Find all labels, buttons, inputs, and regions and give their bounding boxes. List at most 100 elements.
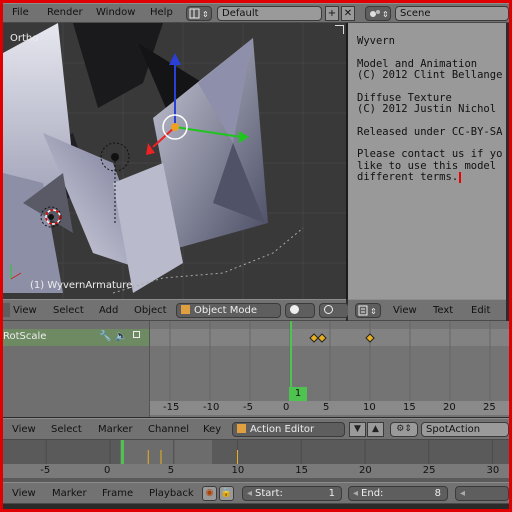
- text-line: different terms.: [357, 170, 459, 183]
- menu-select[interactable]: Select: [53, 305, 84, 316]
- ds-menu-key[interactable]: Key: [203, 424, 221, 435]
- scene-icon[interactable]: ⇕: [365, 6, 391, 21]
- timeline-tick-label: 10: [231, 465, 245, 476]
- frame-tick-label: 0: [283, 402, 290, 413]
- svg-text:⇕: ⇕: [202, 10, 209, 19]
- editor-type-icon[interactable]: [2, 303, 10, 317]
- viewport-3d[interactable]: Ortho (1) WyvernArmature: [3, 23, 346, 299]
- timeline-frame-ruler: -5 0 5 10 15 20 25 30: [3, 464, 509, 478]
- start-frame-field[interactable]: ◂ Start: 1: [242, 486, 342, 501]
- end-frame-field[interactable]: ◂ End: 8: [348, 486, 448, 501]
- text-line: (C) 2012 Justin Nichol: [357, 103, 497, 116]
- timeline-tick-label: 30: [486, 465, 500, 476]
- ds-menu-channel[interactable]: Channel: [148, 424, 189, 435]
- tl-menu-view[interactable]: View: [12, 488, 36, 499]
- text-editor[interactable]: Wyvern Model and Animation (C) 2012 Clint …: [348, 23, 506, 299]
- channel-name: RotScale: [3, 331, 47, 342]
- frame-tick-label: -10: [203, 402, 220, 413]
- menu-object[interactable]: Object: [134, 305, 167, 316]
- text-line: (C) 2012 Clint Bellange: [357, 69, 503, 82]
- ds-menu-marker[interactable]: Marker: [98, 424, 133, 435]
- timeline-tick-label: -5: [40, 465, 51, 476]
- dopesheet-header: View Select Marker Channel Key Action Ed…: [3, 418, 509, 440]
- frame-tick-label: 20: [443, 402, 456, 413]
- view-label: Ortho: [10, 33, 39, 44]
- timeline-tick-label: 25: [422, 465, 436, 476]
- menu-window[interactable]: Window: [96, 7, 135, 18]
- menu-add[interactable]: Add: [99, 305, 118, 316]
- editor-mode-label: Action Editor: [250, 424, 315, 435]
- timeline-header: View Marker Frame Playback ◉ 🔒 ◂ Start: 1…: [3, 482, 509, 504]
- cube-icon: [181, 305, 190, 314]
- layout-select[interactable]: Default: [217, 6, 322, 21]
- remove-layout-icon[interactable]: ✕: [341, 6, 355, 21]
- start-label: Start:: [255, 488, 283, 499]
- menu-view[interactable]: View: [13, 305, 37, 316]
- timeline-area[interactable]: -5 0 5 10 15 20 25 30: [3, 440, 509, 482]
- info-header: File Render Window Help ⇕ Default + ✕ ⇕ …: [3, 3, 509, 23]
- shading-select[interactable]: [285, 303, 315, 318]
- pivot-icon: [324, 305, 333, 314]
- scene-select[interactable]: Scene: [395, 6, 509, 21]
- wrench-icon[interactable]: 🔧: [99, 331, 111, 342]
- frame-tick-label: 10: [363, 402, 376, 413]
- tl-menu-frame[interactable]: Frame: [102, 488, 133, 499]
- frame-tick-label: 25: [483, 402, 496, 413]
- menu-help[interactable]: Help: [150, 7, 173, 18]
- viewport-scene: [3, 23, 346, 299]
- object-label: (1) WyvernArmature: [30, 280, 133, 291]
- current-frame-field[interactable]: ◂: [455, 486, 509, 501]
- text-menu-view[interactable]: View: [393, 305, 417, 316]
- frame-tick-label: 5: [323, 402, 330, 413]
- ds-menu-view[interactable]: View: [12, 424, 36, 435]
- svg-text:⇕: ⇕: [382, 10, 389, 19]
- lock-icon[interactable]: [133, 331, 140, 338]
- timeline-tick-label: 0: [104, 465, 111, 476]
- preview-range-icon[interactable]: ◉: [202, 486, 217, 501]
- frame-tick-label: 15: [403, 402, 416, 413]
- arrow-down-icon[interactable]: ▼: [349, 422, 366, 437]
- sphere-icon: [290, 305, 299, 314]
- tl-menu-playback[interactable]: Playback: [149, 488, 194, 499]
- viewport-corner-widget[interactable]: [335, 25, 344, 34]
- action-editor-icon: [237, 424, 246, 433]
- editor-mode-select[interactable]: Action Editor: [232, 422, 345, 437]
- text-line: [357, 115, 502, 126]
- end-value: 8: [434, 488, 441, 499]
- keyframe-marker[interactable]: [365, 333, 375, 343]
- frame-tick-label: -5: [243, 402, 253, 413]
- text-editor-header: ⇕ View Text Edit: [348, 299, 506, 321]
- text-editor-type-icon[interactable]: ⇕: [355, 303, 381, 318]
- dopesheet-frame-ruler: -15 -10 -5 0 5 10 15 20 25: [150, 401, 509, 415]
- lock-range-icon[interactable]: 🔒: [219, 486, 234, 501]
- pivot-select[interactable]: [319, 303, 349, 318]
- add-layout-icon[interactable]: +: [325, 6, 339, 21]
- keyframe-marker[interactable]: [317, 333, 327, 343]
- current-frame-badge[interactable]: 1: [289, 387, 307, 401]
- ds-menu-select[interactable]: Select: [51, 424, 82, 435]
- svg-text:⇕: ⇕: [370, 307, 377, 316]
- mode-select[interactable]: Object Mode: [176, 303, 281, 318]
- mode-label: Object Mode: [194, 305, 257, 316]
- arrow-up-icon[interactable]: ▲: [367, 422, 384, 437]
- action-select[interactable]: SpotAction: [421, 422, 509, 437]
- timeline-tick-label: 20: [359, 465, 372, 476]
- keyframe-marker[interactable]: [309, 333, 319, 343]
- text-content[interactable]: Wyvern Model and Animation (C) 2012 Clint …: [357, 25, 502, 206]
- menu-render[interactable]: Render: [47, 7, 83, 18]
- text-menu-edit[interactable]: Edit: [471, 305, 490, 316]
- text-cursor: [459, 172, 462, 183]
- text-line: Wyvern: [357, 35, 395, 48]
- start-value: 1: [328, 488, 335, 499]
- dopesheet-area[interactable]: RotScale 🔧 🔈 1 -15 -10 -5 0 5 10 15 20 25: [3, 321, 509, 417]
- menu-file[interactable]: File: [12, 7, 29, 18]
- action-browse-icon[interactable]: ⚙⇕: [390, 422, 418, 437]
- tl-menu-marker[interactable]: Marker: [52, 488, 87, 499]
- timeline-tick-label: 15: [295, 465, 308, 476]
- speaker-icon[interactable]: 🔈: [115, 331, 127, 342]
- text-menu-text[interactable]: Text: [433, 305, 453, 316]
- channel-row[interactable]: RotScale 🔧 🔈: [3, 329, 149, 346]
- end-label: End:: [361, 488, 384, 499]
- frame-tick-label: -15: [163, 402, 180, 413]
- screen-layout-icon[interactable]: ⇕: [186, 6, 212, 21]
